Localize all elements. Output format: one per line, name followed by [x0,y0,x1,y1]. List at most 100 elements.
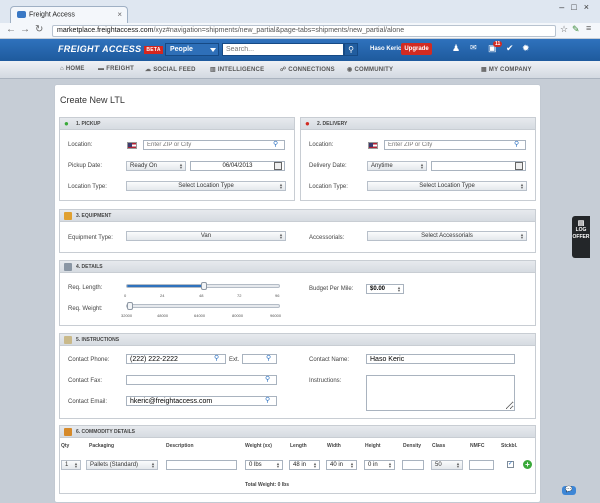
check-icon[interactable]: ✔ [506,43,514,54]
contact-email-input[interactable]: hkeric@freightaccess.com [126,396,277,406]
search-scope-select[interactable]: People [165,43,219,56]
description-input[interactable] [166,460,237,470]
mail-icon[interactable]: ✉ [470,43,477,52]
browser-tab[interactable]: Freight Access × [10,6,128,23]
instructions-textarea[interactable] [366,375,515,411]
slider-handle[interactable] [127,302,133,310]
contact-phone-input[interactable]: (222) 222-2222 [126,354,226,364]
section-title: 5. INSTRUCTIONS [76,337,120,343]
select-value: 1 [65,462,69,468]
menu-item-my-company[interactable]: ▦ MY COMPANY [481,66,532,73]
menu-label: MY COMPANY [488,67,532,73]
forward-icon[interactable]: → [20,24,30,35]
pickup-date-mode-select[interactable]: Ready On ▲ ▼ [126,161,186,171]
updown-icon: ▲ ▼ [520,232,524,240]
stackable-checkbox[interactable]: ✓ [507,461,514,468]
length-input[interactable]: 48 in ▲ ▼ [289,460,320,470]
contact-ext-input[interactable] [242,354,277,364]
close-tab-icon[interactable]: × [117,10,122,19]
user-name[interactable]: Haso Keric [370,46,401,52]
height-input[interactable]: 0 in ▲ ▼ [364,460,395,470]
input-value: 0 in [368,462,378,468]
chart-icon: ▥ [210,67,216,73]
url-path: /xyz#navigation=shipments/new_partial&pa… [153,27,405,34]
pickup-location-type-select[interactable]: Select Location Type ▲ ▼ [126,181,286,191]
spinner-icon[interactable]: ▲ ▼ [313,462,317,469]
delivery-location-input[interactable] [384,140,526,150]
bookmark-star-icon[interactable]: ☆ [560,24,568,35]
calendar-icon[interactable] [515,162,523,170]
packaging-select[interactable]: Pallets (Standard) ▲ ▼ [86,460,158,470]
pickup-date-input[interactable]: 06/04/2013 [190,161,285,171]
weight-tick: 96000 [270,313,282,318]
side-tab-label: OFFER [572,234,590,240]
back-icon[interactable]: ← [6,24,16,35]
spinner-icon[interactable]: ▲ ▼ [388,462,392,469]
equipment-type-select[interactable]: Van ▲ ▼ [126,231,286,241]
log-offer-tab[interactable]: ▤ LOG OFFER [572,216,590,258]
delivery-date-mode-select[interactable]: Anytime ▲ ▼ [367,161,427,171]
location-pin-icon[interactable]: ⚲ [273,140,278,148]
budget-per-mile-input[interactable]: $0.00 ▲ ▼ [366,284,404,294]
location-pin-icon[interactable]: ⚲ [514,140,519,148]
delivery-location-type-select[interactable]: Select Location Type ▲ ▼ [367,181,527,191]
calendar-icon[interactable] [274,162,282,170]
search-icon[interactable]: ⚲ [344,43,358,56]
us-flag-icon[interactable] [127,142,137,149]
global-search-input[interactable] [222,43,344,56]
spinner-icon[interactable]: ▲ ▼ [350,462,354,469]
select-value: Pallets (Standard) [90,462,139,468]
globe-icon: ◉ [347,67,353,73]
density-input[interactable] [402,460,424,470]
menu-item-community[interactable]: ◉ COMMUNITY [347,66,393,73]
details-icon [64,263,72,271]
add-row-button[interactable]: + [523,460,532,469]
spinner-icon[interactable]: ▲ ▼ [276,462,280,469]
column-header: Class [432,443,446,449]
section-header: 5. INSTRUCTIONS [60,334,535,346]
ext-label: Ext. [229,357,240,363]
upgrade-button[interactable]: Upgrade [401,43,432,55]
window-controls[interactable]: –□× [559,2,596,12]
column-header: Density [403,443,422,449]
spinner-icon[interactable]: ▲ ▼ [397,286,401,293]
us-flag-icon[interactable] [368,142,378,149]
email-pin-icon[interactable]: ⚲ [265,396,270,404]
section-header: ● 2. DELIVERY [301,118,535,130]
ext-pin-icon[interactable]: ⚲ [266,354,271,362]
menu-item-home[interactable]: ⌂ HOME [60,66,85,72]
gear-icon[interactable]: ✹ [522,43,530,54]
width-input[interactable]: 40 in ▲ ▼ [326,460,357,470]
updown-icon: ▲ ▼ [456,461,460,469]
address-bar[interactable]: marketplace.freightaccess.com/xyz#naviga… [52,25,556,37]
chat-bubble-icon[interactable]: 💬 [562,486,576,495]
accessorials-select[interactable]: Select Accessorials ▲ ▼ [367,231,527,241]
menu-item-intelligence[interactable]: ▥ INTELLIGENCE [210,66,264,73]
browser-menu-icon[interactable]: ≡ [586,23,591,33]
column-header: Height [365,443,381,449]
contact-name-input[interactable]: Haso Keric [366,354,515,364]
menu-item-social-feed[interactable]: ☁ SOCIAL FEED [145,66,196,73]
req-weight-slider[interactable] [126,302,280,310]
notification-count-badge: 11 [493,41,503,47]
qty-select[interactable]: 1 ▲ ▼ [61,460,81,470]
reload-icon[interactable]: ↻ [35,24,43,35]
length-tick: 96 [275,293,280,298]
user-icon[interactable]: ♟ [452,43,460,54]
req-length-slider[interactable] [126,282,280,290]
class-select[interactable]: 50 ▲ ▼ [431,460,463,470]
logo[interactable]: FREIGHT ACCESS BETA [58,44,163,54]
fax-pin-icon[interactable]: ⚲ [265,375,270,383]
pickup-location-input[interactable] [143,140,285,150]
input-value: (222) 222-2222 [130,356,178,363]
menu-item-connections[interactable]: ☍ CONNECTIONS [280,66,335,73]
menu-item-freight[interactable]: ▬ FREIGHT [98,66,134,72]
slider-handle[interactable] [201,282,207,290]
nmfc-input[interactable] [469,460,494,470]
contact-fax-input[interactable] [126,375,277,385]
delivery-date-input[interactable] [431,161,526,171]
weight-input[interactable]: 0 lbs ▲ ▼ [245,460,283,470]
phone-pin-icon[interactable]: ⚲ [214,354,219,362]
select-value: Select Location Type [419,183,475,189]
extension-icon[interactable]: ✎ [572,24,580,35]
